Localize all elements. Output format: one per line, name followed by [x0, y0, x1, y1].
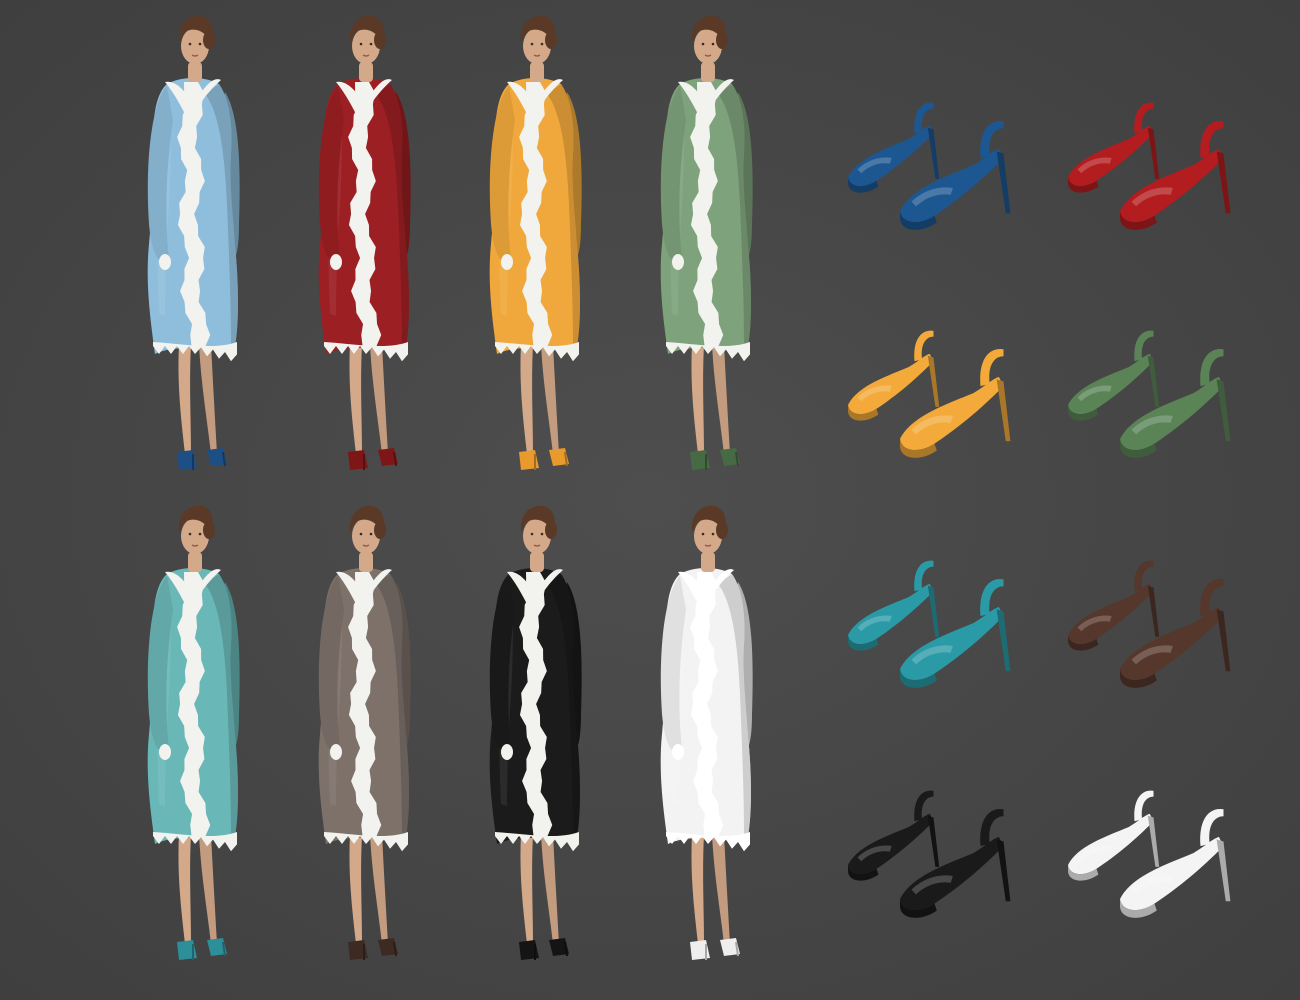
neck [530, 552, 544, 572]
cuff [672, 254, 684, 270]
right-eye [198, 532, 202, 536]
left-eye [188, 532, 192, 536]
hair-bun [716, 31, 728, 49]
cuff [330, 254, 342, 270]
right-eye [540, 42, 544, 46]
neck [188, 552, 202, 572]
product-sheet [0, 0, 1300, 1000]
hair-bun [374, 521, 386, 539]
cuff [330, 744, 342, 760]
left-eye [530, 532, 534, 536]
left-eye [359, 532, 363, 536]
left-eye [701, 42, 705, 46]
hair-bun [374, 31, 386, 49]
hair-bun [203, 31, 215, 49]
hair-bun [545, 31, 557, 49]
neck [359, 62, 373, 82]
left-eye [188, 42, 192, 46]
left-eye [530, 42, 534, 46]
hair-bun [203, 521, 215, 539]
variant-scene [0, 0, 1300, 1000]
cuff [501, 254, 513, 270]
neck [188, 62, 202, 82]
hair-bun [545, 521, 557, 539]
cuff [501, 744, 513, 760]
right-eye [540, 532, 544, 536]
right-eye [369, 532, 373, 536]
right-eye [198, 42, 202, 46]
right-eye [711, 42, 715, 46]
hair-bun [716, 521, 728, 539]
right-eye [711, 532, 715, 536]
neck [530, 62, 544, 82]
neck [701, 552, 715, 572]
left-eye [701, 532, 705, 536]
left-eye [359, 42, 363, 46]
cuff [672, 744, 684, 760]
neck [359, 552, 373, 572]
neck [701, 62, 715, 82]
cuff [159, 254, 171, 270]
right-eye [369, 42, 373, 46]
cuff [159, 744, 171, 760]
